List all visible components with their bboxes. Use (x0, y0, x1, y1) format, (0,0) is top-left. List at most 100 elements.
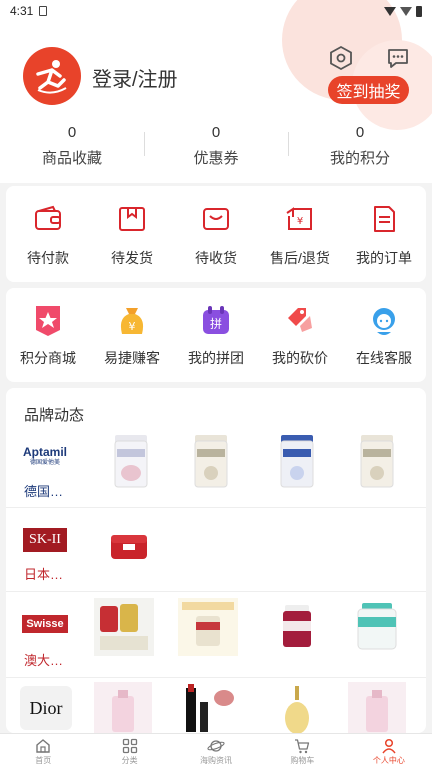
tab-label: 个人中心 (372, 755, 405, 765)
brand-logo-text: Aptamil (22, 445, 67, 459)
section-title: 品牌动态 (24, 407, 85, 424)
product-thumbnail[interactable] (268, 432, 326, 490)
status-time: 4:31 (10, 4, 34, 18)
order-pending-receipt[interactable]: 待收货 (176, 202, 256, 268)
customer-service-icon (367, 304, 401, 338)
tab-label: 海购资讯 (200, 755, 233, 765)
brand-row-swisse[interactable]: Swisse 澳大… (6, 592, 426, 678)
stat-label: 商品收藏 (41, 150, 102, 167)
order-pending-shipment[interactable]: 待发货 (92, 202, 172, 268)
order-all[interactable]: 我的订单 (344, 202, 424, 268)
brand-logo-subtext: 德国爱他美 (29, 460, 60, 466)
user-icon (382, 738, 396, 753)
battery-icon (416, 5, 422, 17)
service-customer-service[interactable]: 在线客服 (344, 304, 424, 368)
points-mall-icon (31, 304, 65, 338)
stat-value: 0 (67, 124, 77, 141)
brand-name: 日本… (24, 567, 64, 582)
tab-news[interactable]: 海购资讯 (173, 734, 259, 769)
services-card: 积分商城 ¥ 易捷赚客 拼 我的拼团 我的砍价 在线客服 (6, 288, 426, 382)
product-thumbnail[interactable] (102, 432, 160, 490)
brand-logo: SK-II (20, 520, 70, 560)
tab-category[interactable]: 分类 (86, 734, 172, 769)
product-thumbnail[interactable] (178, 598, 238, 656)
product-thumbnail[interactable] (268, 598, 326, 656)
product-thumbnail[interactable] (348, 682, 406, 733)
settings-icon[interactable] (328, 45, 354, 71)
brand-logo-text: Dior (29, 697, 63, 718)
signal-icon (400, 6, 412, 16)
order-label: 待付款 (27, 250, 69, 266)
stat-coupons[interactable]: 0 优惠券 (144, 124, 288, 169)
svg-text:¥: ¥ (297, 216, 303, 227)
service-label: 积分商城 (20, 350, 76, 366)
message-icon[interactable] (385, 45, 411, 71)
service-bargain[interactable]: 我的砍价 (260, 304, 340, 368)
orders-card: 待付款 待发货 待收货 ¥ 售后/退货 我的订单 (6, 186, 426, 282)
stats-row: 0 商品收藏 0 优惠券 0 我的积分 (0, 124, 432, 169)
stat-label: 我的积分 (329, 150, 390, 167)
svg-text:拼: 拼 (210, 317, 222, 331)
brand-row-dior[interactable]: Dior (6, 678, 426, 733)
product-thumbnail[interactable] (182, 432, 240, 490)
brand-logo: Aptamil 德国爱他美 (20, 436, 70, 476)
product-thumbnail[interactable] (182, 682, 240, 733)
service-label: 我的拼团 (188, 350, 244, 366)
stat-value: 0 (355, 124, 365, 141)
brand-logo-text: SK-II (23, 528, 67, 552)
service-label: 易捷赚客 (104, 350, 160, 366)
order-after-sales[interactable]: ¥ 售后/退货 (260, 202, 340, 268)
wifi-icon (384, 6, 396, 16)
receive-icon (199, 202, 233, 236)
category-icon (122, 738, 137, 753)
service-label: 我的砍价 (272, 350, 328, 366)
login-register-link[interactable]: 登录/注册 (92, 63, 178, 92)
svg-text:¥: ¥ (129, 320, 136, 333)
refund-icon: ¥ (283, 202, 317, 236)
order-label: 售后/退货 (270, 250, 330, 266)
product-thumbnail[interactable] (268, 682, 326, 733)
product-thumbnail[interactable] (348, 432, 406, 490)
stat-label: 优惠券 (193, 150, 239, 167)
home-icon (36, 738, 50, 753)
product-thumbnail[interactable] (94, 598, 154, 656)
cart-icon (295, 738, 310, 753)
bargain-tag-icon (283, 304, 317, 338)
tab-label: 购物车 (290, 755, 315, 765)
profile-header: 登录/注册 签到抽奖 0 商品收藏 0 优惠券 0 我的积分 (0, 0, 432, 183)
stat-points[interactable]: 0 我的积分 (288, 124, 432, 169)
brand-logo-text: Swisse (22, 615, 68, 633)
order-label: 待收货 (195, 250, 237, 266)
tab-label: 首页 (35, 755, 52, 765)
avatar[interactable] (23, 47, 81, 105)
brand-name: 澳大… (24, 653, 64, 668)
tab-profile[interactable]: 个人中心 (346, 734, 432, 769)
stat-favorites[interactable]: 0 商品收藏 (0, 124, 144, 169)
service-earn[interactable]: ¥ 易捷赚客 (92, 304, 172, 368)
brand-row-aptamil[interactable]: Aptamil 德国爱他美 德国… (6, 428, 426, 508)
product-thumbnail[interactable] (100, 518, 158, 576)
brand-row-skii[interactable]: SK-II 日本… (6, 508, 426, 592)
brands-card: 品牌动态 Aptamil 德国爱他美 德国… SK-II 日本… Swisse … (6, 388, 426, 733)
tab-cart[interactable]: 购物车 (259, 734, 345, 769)
tab-label: 分类 (121, 755, 138, 765)
brand-logo: Dior (20, 686, 72, 730)
order-pending-payment[interactable]: 待付款 (8, 202, 88, 268)
service-points-mall[interactable]: 积分商城 (8, 304, 88, 368)
service-group-buy[interactable]: 拼 我的拼团 (176, 304, 256, 368)
product-thumbnail[interactable] (348, 598, 406, 656)
bottom-tab-bar: 首页 分类 海购资讯 购物车 个人中心 (0, 733, 432, 769)
tab-home[interactable]: 首页 (0, 734, 86, 769)
logo-icon (36, 60, 67, 94)
brand-logo: Swisse (20, 604, 70, 644)
wallet-icon (31, 202, 65, 236)
sim-icon (39, 6, 48, 16)
status-bar: 4:31 (0, 0, 432, 22)
service-label: 在线客服 (356, 350, 412, 366)
lottery-button[interactable]: 签到抽奖 (328, 76, 409, 104)
product-thumbnail[interactable] (94, 682, 152, 733)
planet-icon (207, 739, 225, 752)
stat-value: 0 (211, 124, 221, 141)
group-buy-icon: 拼 (199, 304, 233, 338)
order-label: 待发货 (111, 250, 153, 266)
